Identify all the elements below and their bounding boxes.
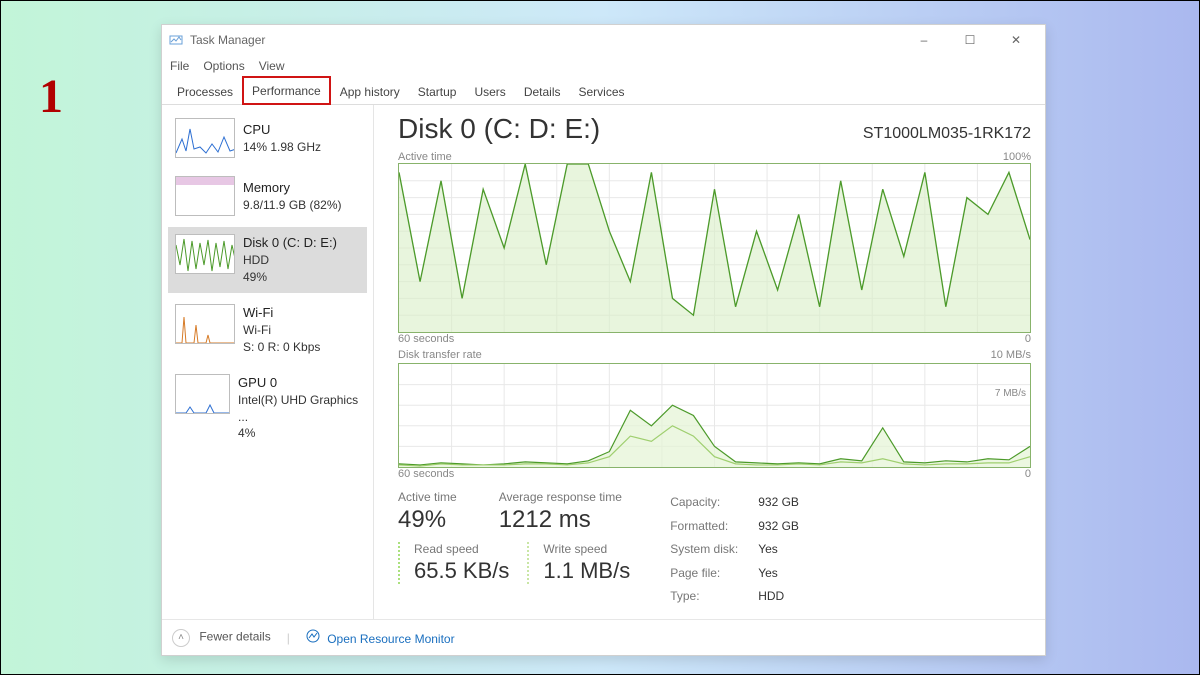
tab-app-history[interactable]: App history [331,78,409,105]
page-title: Disk 0 (C: D: E:) [398,113,600,145]
info-formatted-label: Formatted: [670,516,756,538]
close-button[interactable]: ✕ [993,26,1039,54]
active-time-chart [398,163,1031,333]
sidebar-item-subtext2: 4% [238,425,360,442]
sidebar-item-memory[interactable]: Memory 9.8/11.9 GB (82%) [168,169,367,223]
chart1-xright: 0 [1025,333,1031,345]
chart1-xleft: 60 seconds [398,333,454,345]
sidebar-item-label: Memory [243,179,342,197]
tab-details[interactable]: Details [515,78,570,105]
info-pagefile-label: Page file: [670,563,756,585]
chart2-xleft: 60 seconds [398,468,454,480]
sidebar-item-label: Disk 0 (C: D: E:) [243,234,337,252]
main-panel: Disk 0 (C: D: E:) ST1000LM035-1RK172 Act… [374,105,1045,619]
tab-startup[interactable]: Startup [409,78,466,105]
sidebar-item-label: CPU [243,121,321,139]
minimize-button[interactable]: – [901,26,947,54]
cpu-thumb-icon [175,118,235,158]
sidebar-item-subtext: Wi-Fi [243,322,320,339]
resource-monitor-label: Open Resource Monitor [327,632,454,646]
chart2-second-right-label: 7 MB/s [995,388,1026,399]
chart2-right-label: 10 MB/s [991,349,1031,361]
stat-read-value: 65.5 KB/s [414,558,509,584]
stat-active-time-value: 49% [398,506,457,534]
stat-avg-resp-label: Average response time [499,490,622,504]
resource-monitor-icon [306,629,320,643]
stat-avg-resp-value: 1212 ms [499,506,622,534]
menu-options[interactable]: Options [203,59,244,73]
titlebar[interactable]: Task Manager – ☐ ✕ [162,25,1045,55]
stat-read-label: Read speed [414,542,509,556]
sidebar-item-cpu[interactable]: CPU 14% 1.98 GHz [168,111,367,165]
sidebar-item-subtext: 9.8/11.9 GB (82%) [243,197,342,214]
memory-thumb-icon [175,176,235,216]
wifi-thumb-icon [175,304,235,344]
stats-row: Active time 49% Average response time 12… [398,490,1031,610]
sidebar-item-subtext: HDD [243,252,337,269]
info-sysdisk-label: System disk: [670,539,756,561]
sidebar-item-label: GPU 0 [238,374,360,392]
info-formatted-value: 932 GB [758,516,799,538]
fewer-details-button[interactable]: ˄ Fewer details [172,629,271,647]
annotation-step-number: 1 [39,69,63,124]
stat-write-value: 1.1 MB/s [543,558,630,584]
transfer-rate-chart: 7 MB/s [398,363,1031,468]
disk-info-table: Capacity:932 GB Formatted:932 GB System … [668,490,801,610]
menubar: File Options View [162,55,1045,77]
stat-active-time-label: Active time [398,490,457,504]
tab-processes[interactable]: Processes [168,78,242,105]
sidebar-item-label: Wi-Fi [243,304,320,322]
chevron-up-icon: ˄ [172,629,190,647]
sidebar-item-subtext: 14% 1.98 GHz [243,139,321,156]
chart1-label: Active time [398,151,452,163]
info-capacity-value: 932 GB [758,492,799,514]
info-type-label: Type: [670,586,756,608]
info-capacity-label: Capacity: [670,492,756,514]
sidebar-item-disk0[interactable]: Disk 0 (C: D: E:) HDD 49% [168,227,367,293]
sidebar-item-wifi[interactable]: Wi-Fi Wi-Fi S: 0 R: 0 Kbps [168,297,367,363]
app-icon [168,32,184,48]
open-resource-monitor-link[interactable]: Open Resource Monitor [306,629,455,646]
tab-services[interactable]: Services [570,78,634,105]
info-pagefile-value: Yes [758,563,799,585]
footer: ˄ Fewer details | Open Resource Monitor [162,619,1045,655]
task-manager-window: Task Manager – ☐ ✕ File Options View Pro… [161,24,1046,656]
stat-write-label: Write speed [543,542,630,556]
chart2-label: Disk transfer rate [398,349,482,361]
sidebar-item-subtext2: S: 0 R: 0 Kbps [243,339,320,356]
window-title: Task Manager [190,33,265,47]
sidebar: CPU 14% 1.98 GHz Memory 9.8/11.9 GB (82%… [162,105,374,619]
tab-users[interactable]: Users [465,78,514,105]
tab-row: Processes Performance App history Startu… [162,77,1045,105]
chart2-xright: 0 [1025,468,1031,480]
sidebar-item-subtext: Intel(R) UHD Graphics ... [238,392,360,426]
menu-file[interactable]: File [170,59,189,73]
chart1-right-label: 100% [1003,151,1031,163]
sidebar-item-gpu0[interactable]: GPU 0 Intel(R) UHD Graphics ... 4% [168,367,367,450]
gpu-thumb-icon [175,374,230,414]
fewer-details-label: Fewer details [199,629,270,643]
tab-performance[interactable]: Performance [242,76,331,105]
sidebar-item-subtext2: 49% [243,269,337,286]
maximize-button[interactable]: ☐ [947,26,993,54]
disk-thumb-icon [175,234,235,274]
info-sysdisk-value: Yes [758,539,799,561]
menu-view[interactable]: View [259,59,285,73]
info-type-value: HDD [758,586,799,608]
disk-model: ST1000LM035-1RK172 [863,125,1031,143]
